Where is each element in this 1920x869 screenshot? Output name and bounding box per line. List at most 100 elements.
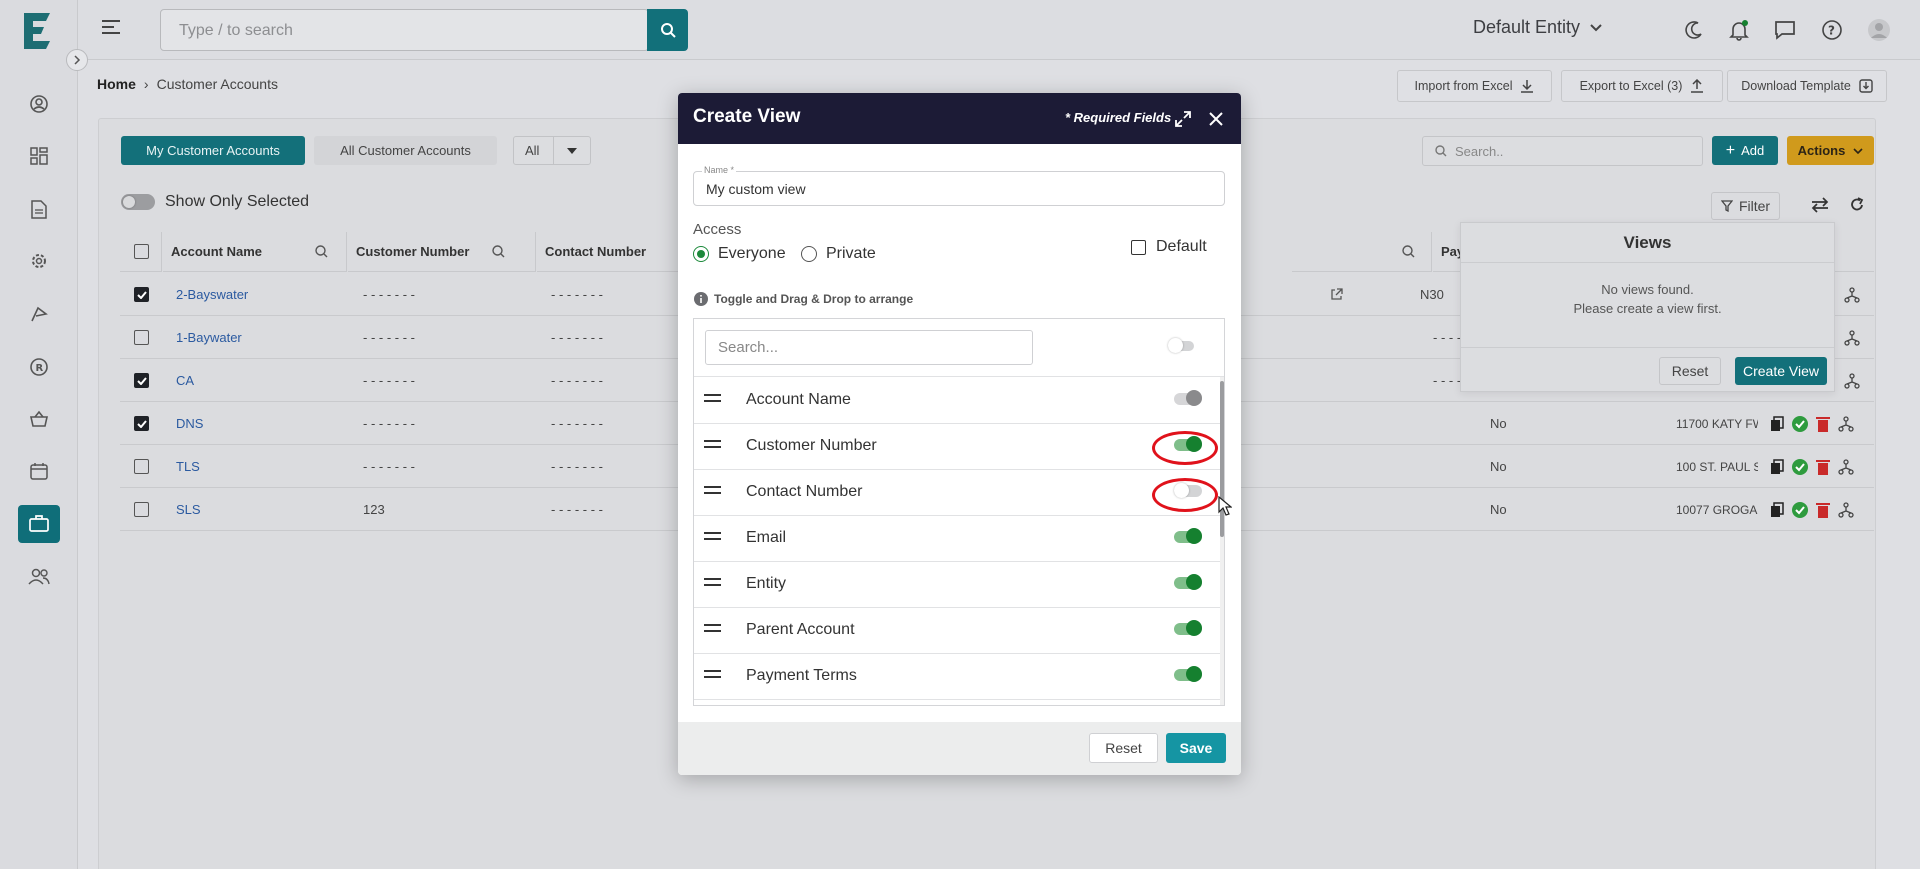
views-reset-button[interactable]: Reset: [1659, 357, 1721, 385]
delete-trash-icon[interactable]: [1816, 459, 1830, 475]
approve-check-icon[interactable]: [1792, 458, 1808, 475]
radio-button[interactable]: [693, 246, 709, 262]
dark-mode-moon-icon[interactable]: [1680, 16, 1708, 44]
menu-toggle-icon[interactable]: [100, 18, 122, 36]
avatar[interactable]: [1865, 16, 1893, 44]
column-header-customer-number[interactable]: Customer Number: [348, 232, 536, 272]
export-excel-button[interactable]: Export to Excel (3): [1561, 70, 1723, 102]
hierarchy-icon[interactable]: [1844, 286, 1860, 303]
drag-handle-icon[interactable]: [704, 486, 721, 494]
breadcrumb-home[interactable]: Home: [97, 76, 136, 92]
app-logo[interactable]: [20, 11, 58, 51]
approve-check-icon[interactable]: [1792, 501, 1808, 518]
download-template-button[interactable]: Download Template: [1727, 70, 1887, 102]
copy-icon[interactable]: [1770, 458, 1784, 475]
hierarchy-icon[interactable]: [1844, 372, 1860, 389]
modal-save-button[interactable]: Save: [1166, 733, 1226, 763]
basket-icon[interactable]: [24, 404, 54, 434]
account-name-link[interactable]: 2-Bayswater: [176, 273, 248, 316]
column-list-item[interactable]: Payment Terms: [694, 654, 1222, 700]
notification-bell-icon[interactable]: [1725, 16, 1753, 44]
scope-select[interactable]: All: [513, 136, 591, 165]
external-link-icon[interactable]: [1330, 273, 1343, 316]
table-search-input[interactable]: Search..: [1422, 136, 1703, 166]
document-icon[interactable]: [24, 194, 54, 224]
sidebar-expand-button[interactable]: [66, 49, 88, 71]
drag-handle-icon[interactable]: [704, 578, 721, 586]
column-list-item[interactable]: Entity: [694, 562, 1222, 608]
account-name-link[interactable]: 1-Baywater: [176, 316, 242, 359]
account-name-link[interactable]: SLS: [176, 488, 201, 531]
toggle-all-switch[interactable]: [1168, 338, 1194, 353]
delete-trash-icon[interactable]: [1816, 416, 1830, 432]
select-all-checkbox[interactable]: [134, 244, 149, 259]
modal-reset-button[interactable]: Reset: [1089, 733, 1158, 763]
calendar-icon[interactable]: [24, 456, 54, 486]
close-icon[interactable]: [1208, 111, 1224, 127]
hierarchy-icon[interactable]: [1838, 415, 1854, 432]
expand-icon[interactable]: [1174, 110, 1192, 128]
radio-button[interactable]: [801, 246, 817, 262]
tab-my-customer-accounts[interactable]: My Customer Accounts: [121, 136, 305, 165]
drag-handle-icon[interactable]: [704, 394, 721, 402]
delete-trash-icon[interactable]: [1816, 502, 1830, 518]
column-list-item[interactable]: Account Name: [694, 378, 1222, 424]
account-name-link[interactable]: DNS: [176, 402, 203, 445]
hierarchy-icon[interactable]: [1838, 501, 1854, 518]
show-only-selected-toggle[interactable]: Show Only Selected: [121, 193, 309, 211]
entity-selector[interactable]: Default Entity: [1473, 17, 1602, 38]
chat-message-icon[interactable]: [1771, 16, 1799, 44]
global-search-input[interactable]: Type / to search: [160, 9, 649, 51]
settings-gear-icon[interactable]: [24, 246, 54, 276]
global-search-button[interactable]: [647, 9, 688, 51]
users-icon[interactable]: [24, 561, 54, 591]
hierarchy-icon[interactable]: [1844, 329, 1860, 346]
row-checkbox[interactable]: [134, 330, 149, 345]
row-checkbox[interactable]: [134, 416, 149, 431]
access-everyone-radio[interactable]: Everyone: [693, 245, 786, 263]
column-list-item[interactable]: Customer Number: [694, 424, 1222, 470]
actions-button[interactable]: Actions: [1787, 136, 1874, 165]
hierarchy-icon[interactable]: [1838, 458, 1854, 475]
column-visibility-toggle[interactable]: [1174, 390, 1202, 406]
row-checkbox[interactable]: [134, 502, 149, 517]
create-view-button[interactable]: Create View: [1735, 357, 1827, 385]
column-visibility-toggle[interactable]: [1174, 666, 1202, 682]
account-name-link[interactable]: CA: [176, 359, 194, 402]
checkbox[interactable]: [1131, 239, 1146, 255]
drag-handle-icon[interactable]: [704, 670, 721, 678]
copy-icon[interactable]: [1770, 501, 1784, 518]
access-private-radio[interactable]: Private: [801, 245, 876, 263]
column-visibility-toggle[interactable]: [1174, 620, 1202, 636]
route-icon[interactable]: [24, 299, 54, 329]
account-name-link[interactable]: TLS: [176, 445, 200, 488]
user-circle-icon[interactable]: [24, 89, 54, 119]
copy-icon[interactable]: [1770, 415, 1784, 432]
filter-button[interactable]: Filter: [1711, 192, 1780, 220]
refresh-icon[interactable]: [1849, 197, 1865, 213]
drag-handle-icon[interactable]: [704, 532, 721, 540]
column-search-input[interactable]: Search...: [705, 330, 1033, 365]
drag-handle-icon[interactable]: [704, 440, 721, 448]
row-checkbox[interactable]: [134, 373, 149, 388]
column-list-item[interactable]: Email: [694, 516, 1222, 562]
registered-icon[interactable]: R: [24, 352, 54, 382]
column-list-item[interactable]: Parent Account: [694, 608, 1222, 654]
column-list-item[interactable]: Contact Number: [694, 470, 1222, 516]
column-header-account-name[interactable]: Account Name: [163, 232, 347, 272]
column-visibility-toggle[interactable]: [1174, 574, 1202, 590]
toggle-switch[interactable]: [121, 194, 155, 210]
row-checkbox[interactable]: [134, 459, 149, 474]
default-checkbox[interactable]: Default: [1131, 238, 1207, 256]
sidebar-item-customer-accounts[interactable]: [18, 505, 60, 543]
row-checkbox[interactable]: [134, 287, 149, 302]
approve-check-icon[interactable]: [1792, 415, 1808, 432]
add-button[interactable]: + Add: [1712, 136, 1778, 165]
import-excel-button[interactable]: Import from Excel: [1397, 70, 1552, 102]
dashboard-icon[interactable]: [24, 141, 54, 171]
tab-all-customer-accounts[interactable]: All Customer Accounts: [314, 136, 497, 165]
help-icon[interactable]: ?: [1818, 16, 1846, 44]
column-visibility-toggle[interactable]: [1174, 528, 1202, 544]
drag-handle-icon[interactable]: [704, 624, 721, 632]
swap-columns-icon[interactable]: [1810, 197, 1830, 213]
